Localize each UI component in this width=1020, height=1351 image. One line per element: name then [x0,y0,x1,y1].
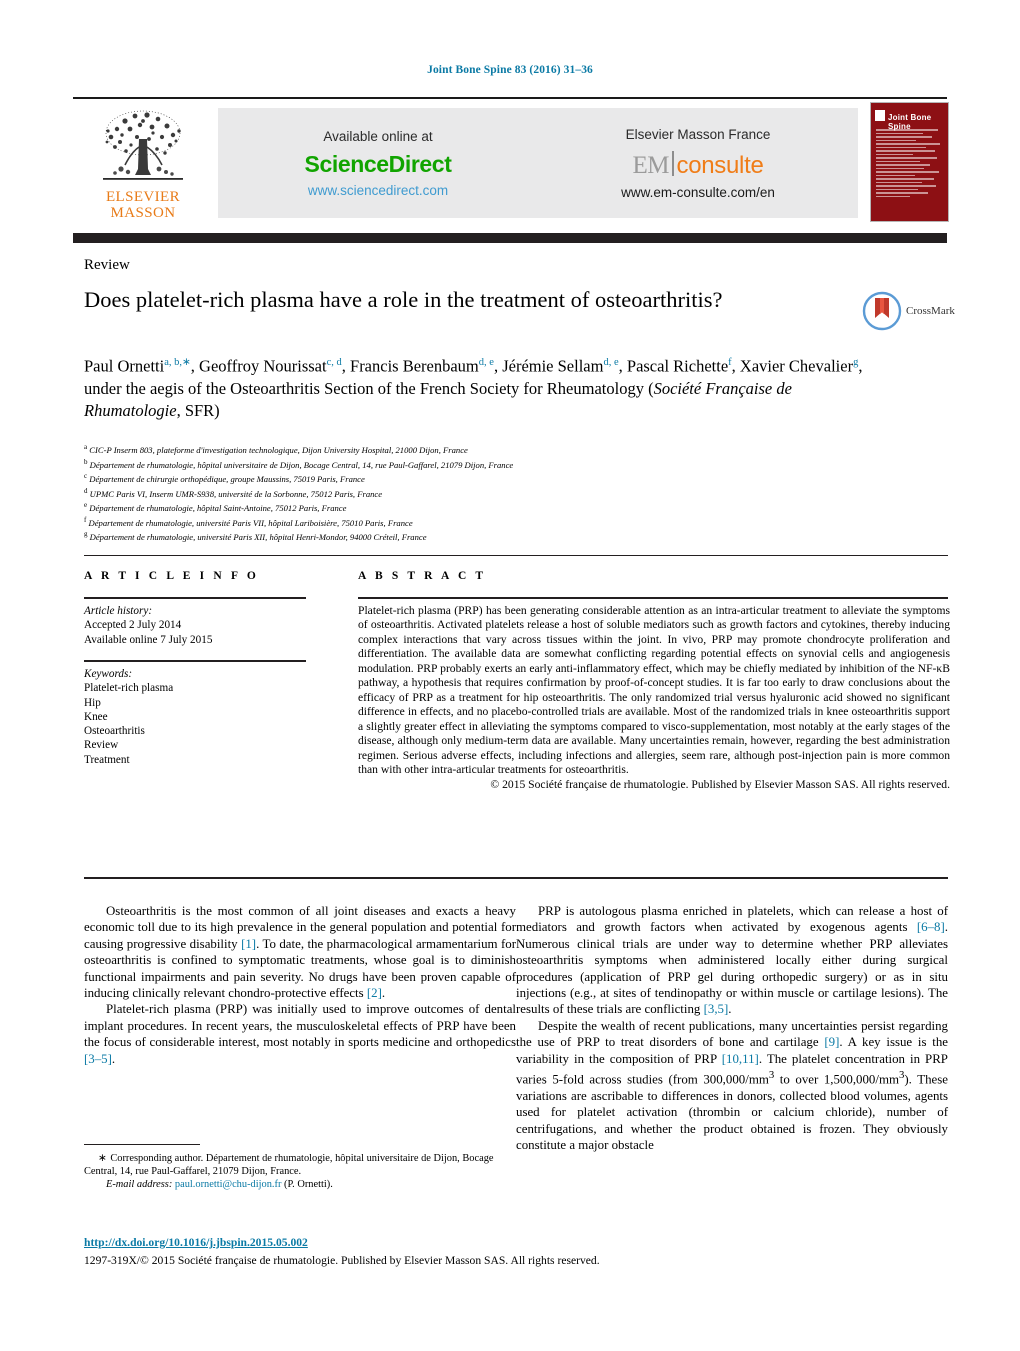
keyword-item: Osteoarthritis [84,725,145,738]
affiliation-marker: g [84,530,88,539]
keyword-item: Treatment [84,753,130,766]
footnote-rule [84,1144,200,1145]
abstract-body: Platelet-rich plasma (PRP) has been gene… [358,604,950,776]
doi-link[interactable]: http://dx.doi.org/10.1016/j.jbspin.2015.… [84,1236,308,1249]
crossmark-badge[interactable]: CrossMark [862,288,962,334]
body-paragraph: Platelet-rich plasma (PRP) was initially… [84,1002,516,1066]
affiliation-item: f Département de rhumatologie, universit… [84,515,884,530]
masthead-top-rule [73,97,947,99]
body-column-right: PRP is autologous plasma enriched in pla… [516,903,948,1153]
affiliation-item: g Département de rhumatologie, universit… [84,529,884,544]
affiliation-text: UPMC Paris VI, Inserm UMR-S938, universi… [89,488,383,499]
affiliation-text: Département de rhumatologie, hôpital uni… [89,459,514,470]
article-history-item: Available online 7 July 2015 [84,633,213,646]
em-divider [672,150,674,176]
author-list: Paul Ornettia, b,∗, Geoffroy Nourissatc,… [84,356,863,420]
masthead-black-band [73,233,947,243]
abstract-block: Platelet-rich plasma (PRP) has been gene… [358,604,950,793]
affiliation-marker: c [84,472,88,481]
article-history: Article history: Accepted 2 July 2014 Av… [84,604,314,647]
emconsulte-url[interactable]: www.em-consulte.com/en [621,185,775,200]
keyword-item: Hip [84,696,101,709]
elsevier-masson-france-label: Elsevier Masson France [625,126,771,142]
crossmark-label: CrossMark [906,305,955,317]
tree-logo-icon [103,110,183,180]
affiliation-text: Département de chirurgie orthopédique, g… [89,473,365,484]
affiliation-list: a CIC-P Inserm 803, plateforme d'investi… [84,442,884,544]
affiliation-marker: f [84,515,87,524]
article-info-heading: A R T I C L E I N F O [84,570,259,582]
running-head: Joint Bone Spine 83 (2016) 31–36 [427,64,593,76]
affiliation-marker: d [84,486,88,495]
keyword-item: Review [84,739,119,752]
body-paragraph: Despite the wealth of recent publication… [516,1018,948,1152]
sciencedirect-url[interactable]: www.sciencedirect.com [308,183,448,198]
emconsulte-block[interactable]: Elsevier Masson France EM consulte www.e… [538,108,858,218]
affiliation-item: c Département de chirurgie orthopédique,… [84,471,884,486]
keyword-item: Knee [84,710,108,723]
section-label: Review [84,257,130,273]
availability-banner: Available online at ScienceDirect www.sc… [218,108,858,218]
sciencedirect-block[interactable]: Available online at ScienceDirect www.sc… [218,108,538,218]
info-rule-under-heading [84,597,306,599]
affiliation-text: Département de rhumatologie, université … [89,532,427,543]
masson-wordmark: MASSON [110,205,176,221]
abstract-heading: A B S T R A C T [358,570,487,582]
journal-cover-thumbnail: Joint Bone Spine [870,102,949,222]
sciencedirect-logo: ScienceDirect [304,150,452,177]
keywords-top-rule [84,660,306,662]
issn-copyright-line: 1297-319X/© 2015 Société française de rh… [84,1254,600,1267]
body-column-left: Osteoarthritis is the most common of all… [84,903,516,1067]
article-page: Joint Bone Spine 83 (2016) 31–36 ELSEVIE… [0,0,1020,1351]
emconsulte-logo: EM consulte [633,148,764,180]
elsevier-wordmark: ELSEVIER [105,189,181,205]
keywords-block: Keywords: Platelet-rich plasma Hip Knee … [84,667,314,767]
available-online-label: Available online at [323,128,433,144]
consulte-wordmark: consulte [676,151,764,179]
affiliation-text: Département de rhumatologie, hôpital Sai… [89,503,347,514]
corresponding-email-link[interactable]: paul.ornetti@chu-dijon.fr [175,1179,282,1190]
affiliation-item: b Département de rhumatologie, hôpital u… [84,457,884,472]
article-history-item: Accepted 2 July 2014 [84,619,182,632]
journal-cover-toc-lines [876,129,943,209]
keyword-item: Platelet-rich plasma [84,682,174,695]
corresponding-author-note: ∗ Corresponding author. Département de r… [84,1152,516,1192]
page-title: Does platelet-rich plasma have a role in… [84,287,723,312]
affiliation-text: CIC-P Inserm 803, plateforme d'investiga… [89,444,468,455]
affiliation-marker: a [84,443,88,451]
affiliation-item: a CIC-P Inserm 803, plateforme d'investi… [84,442,884,457]
corresponding-author-text: Corresponding author. Département de rhu… [84,1153,494,1178]
affiliation-item: d UPMC Paris VI, Inserm UMR-S938, univer… [84,486,884,501]
email-attribution: (P. Ornetti). [284,1179,333,1191]
keywords-label: Keywords: [84,668,133,680]
affiliation-marker: e [84,501,88,510]
article-history-label: Article history: [84,605,153,617]
journal-badge-icon [875,110,885,121]
affiliation-item: e Département de rhumatologie, hôpital S… [84,500,884,515]
body-paragraph: PRP is autologous plasma enriched in pla… [516,904,948,1017]
corresponding-author-marker: ∗ [98,1153,108,1164]
email-address-label: E-mail address: [106,1179,173,1191]
info-block-bottom-rule [84,877,948,879]
body-paragraph: Osteoarthritis is the most common of all… [84,904,517,1001]
abstract-rule-under-heading [358,597,948,599]
info-block-top-rule [84,555,948,556]
em-wordmark: EM [632,151,670,179]
affiliation-text: Département de rhumatologie, université … [88,517,413,528]
masthead: ELSEVIER MASSON Available online at Scie… [73,101,949,225]
affiliation-marker: b [84,457,88,466]
crossmark-icon [862,291,902,331]
abstract-copyright: © 2015 Société française de rhumatologie… [490,778,950,792]
elsevier-masson-logo: ELSEVIER MASSON [83,107,203,225]
